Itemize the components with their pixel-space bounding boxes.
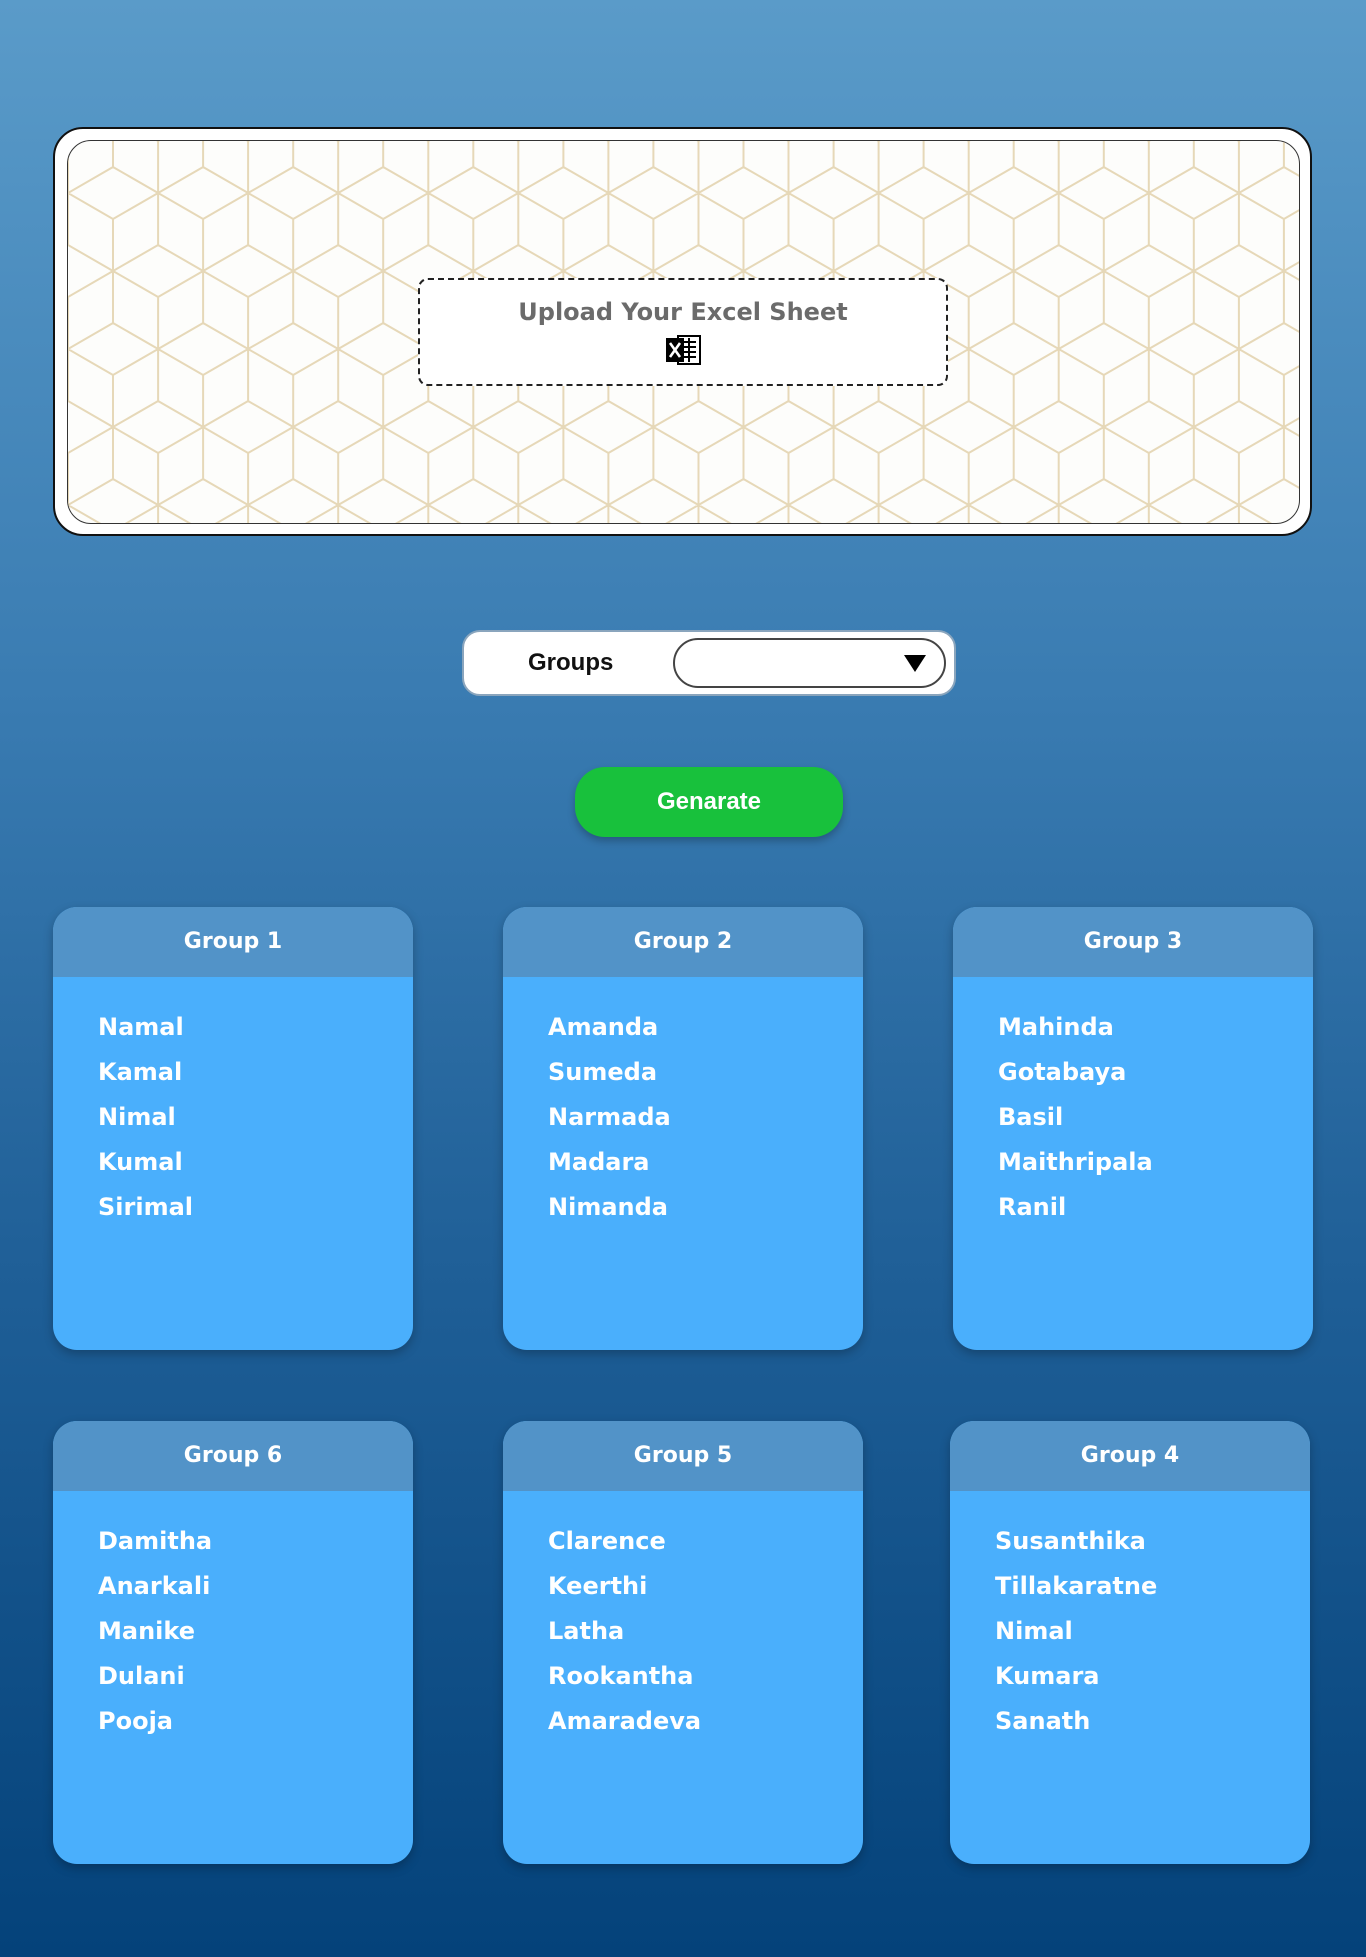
- group-card-title: Group 3: [953, 907, 1313, 977]
- group-member: Sirimal: [98, 1193, 194, 1221]
- upload-drop-zone[interactable]: Upload Your Excel Sheet: [418, 278, 948, 386]
- groups-dropdown[interactable]: [673, 638, 946, 688]
- group-card-5: Group 5 Clarence Keerthi Latha Rookantha…: [503, 1421, 863, 1864]
- group-member: Amaradeva: [548, 1707, 702, 1735]
- group-member: Nimal: [995, 1617, 1073, 1645]
- groups-label: Groups: [528, 649, 614, 676]
- group-card-6: Group 6 Damitha Anarkali Manike Dulani P…: [53, 1421, 413, 1864]
- group-member: Namal: [98, 1013, 184, 1041]
- group-member: Latha: [548, 1617, 625, 1645]
- group-card-title: Group 1: [53, 907, 413, 977]
- group-member: Anarkali: [98, 1572, 211, 1600]
- group-member: Sumeda: [548, 1058, 658, 1086]
- group-card-4: Group 4 Susanthika Tillakaratne Nimal Ku…: [950, 1421, 1310, 1864]
- group-member: Mahinda: [998, 1013, 1114, 1041]
- group-card-1: Group 1 Namal Kamal Nimal Kumal Sirimal: [53, 907, 413, 1350]
- group-member: Pooja: [98, 1707, 173, 1735]
- group-member: Nimanda: [548, 1193, 668, 1221]
- group-member-list: Susanthika Tillakaratne Nimal Kumara San…: [950, 1491, 1310, 1744]
- group-member: Madara: [548, 1148, 650, 1176]
- excel-icon: [666, 335, 701, 365]
- group-member-list: Clarence Keerthi Latha Rookantha Amarade…: [503, 1491, 863, 1744]
- group-member: Basil: [998, 1103, 1064, 1131]
- group-card-3: Group 3 Mahinda Gotabaya Basil Maithripa…: [953, 907, 1313, 1350]
- group-card-title: Group 2: [503, 907, 863, 977]
- group-member-list: Amanda Sumeda Narmada Madara Nimanda: [503, 977, 863, 1230]
- caret-down-icon: [904, 655, 926, 672]
- group-member: Damitha: [98, 1527, 213, 1555]
- group-card-title: Group 4: [950, 1421, 1310, 1491]
- group-member: Gotabaya: [998, 1058, 1127, 1086]
- group-member: Sanath: [995, 1707, 1091, 1735]
- group-member: Kamal: [98, 1058, 183, 1086]
- groups-selector: Groups: [462, 630, 956, 696]
- group-member: Susanthika: [995, 1527, 1146, 1555]
- group-member: Maithripala: [998, 1148, 1153, 1176]
- group-member: Amanda: [548, 1013, 659, 1041]
- group-member-list: Damitha Anarkali Manike Dulani Pooja: [53, 1491, 413, 1744]
- group-member: Tillakaratne: [995, 1572, 1158, 1600]
- group-member: Narmada: [548, 1103, 671, 1131]
- group-member: Manike: [98, 1617, 195, 1645]
- upload-title: Upload Your Excel Sheet: [518, 298, 848, 326]
- group-member: Kumal: [98, 1148, 183, 1176]
- group-card-2: Group 2 Amanda Sumeda Narmada Madara Nim…: [503, 907, 863, 1350]
- group-member-list: Namal Kamal Nimal Kumal Sirimal: [53, 977, 413, 1230]
- group-member: Dulani: [98, 1662, 185, 1690]
- group-member: Kumara: [995, 1662, 1100, 1690]
- group-member: Clarence: [548, 1527, 666, 1555]
- group-card-title: Group 6: [53, 1421, 413, 1491]
- group-member: Ranil: [998, 1193, 1067, 1221]
- group-member: Rookantha: [548, 1662, 694, 1690]
- group-card-title: Group 5: [503, 1421, 863, 1491]
- group-member-list: Mahinda Gotabaya Basil Maithripala Ranil: [953, 977, 1313, 1230]
- group-member: Keerthi: [548, 1572, 648, 1600]
- generate-button[interactable]: Genarate: [575, 767, 843, 837]
- group-member: Nimal: [98, 1103, 176, 1131]
